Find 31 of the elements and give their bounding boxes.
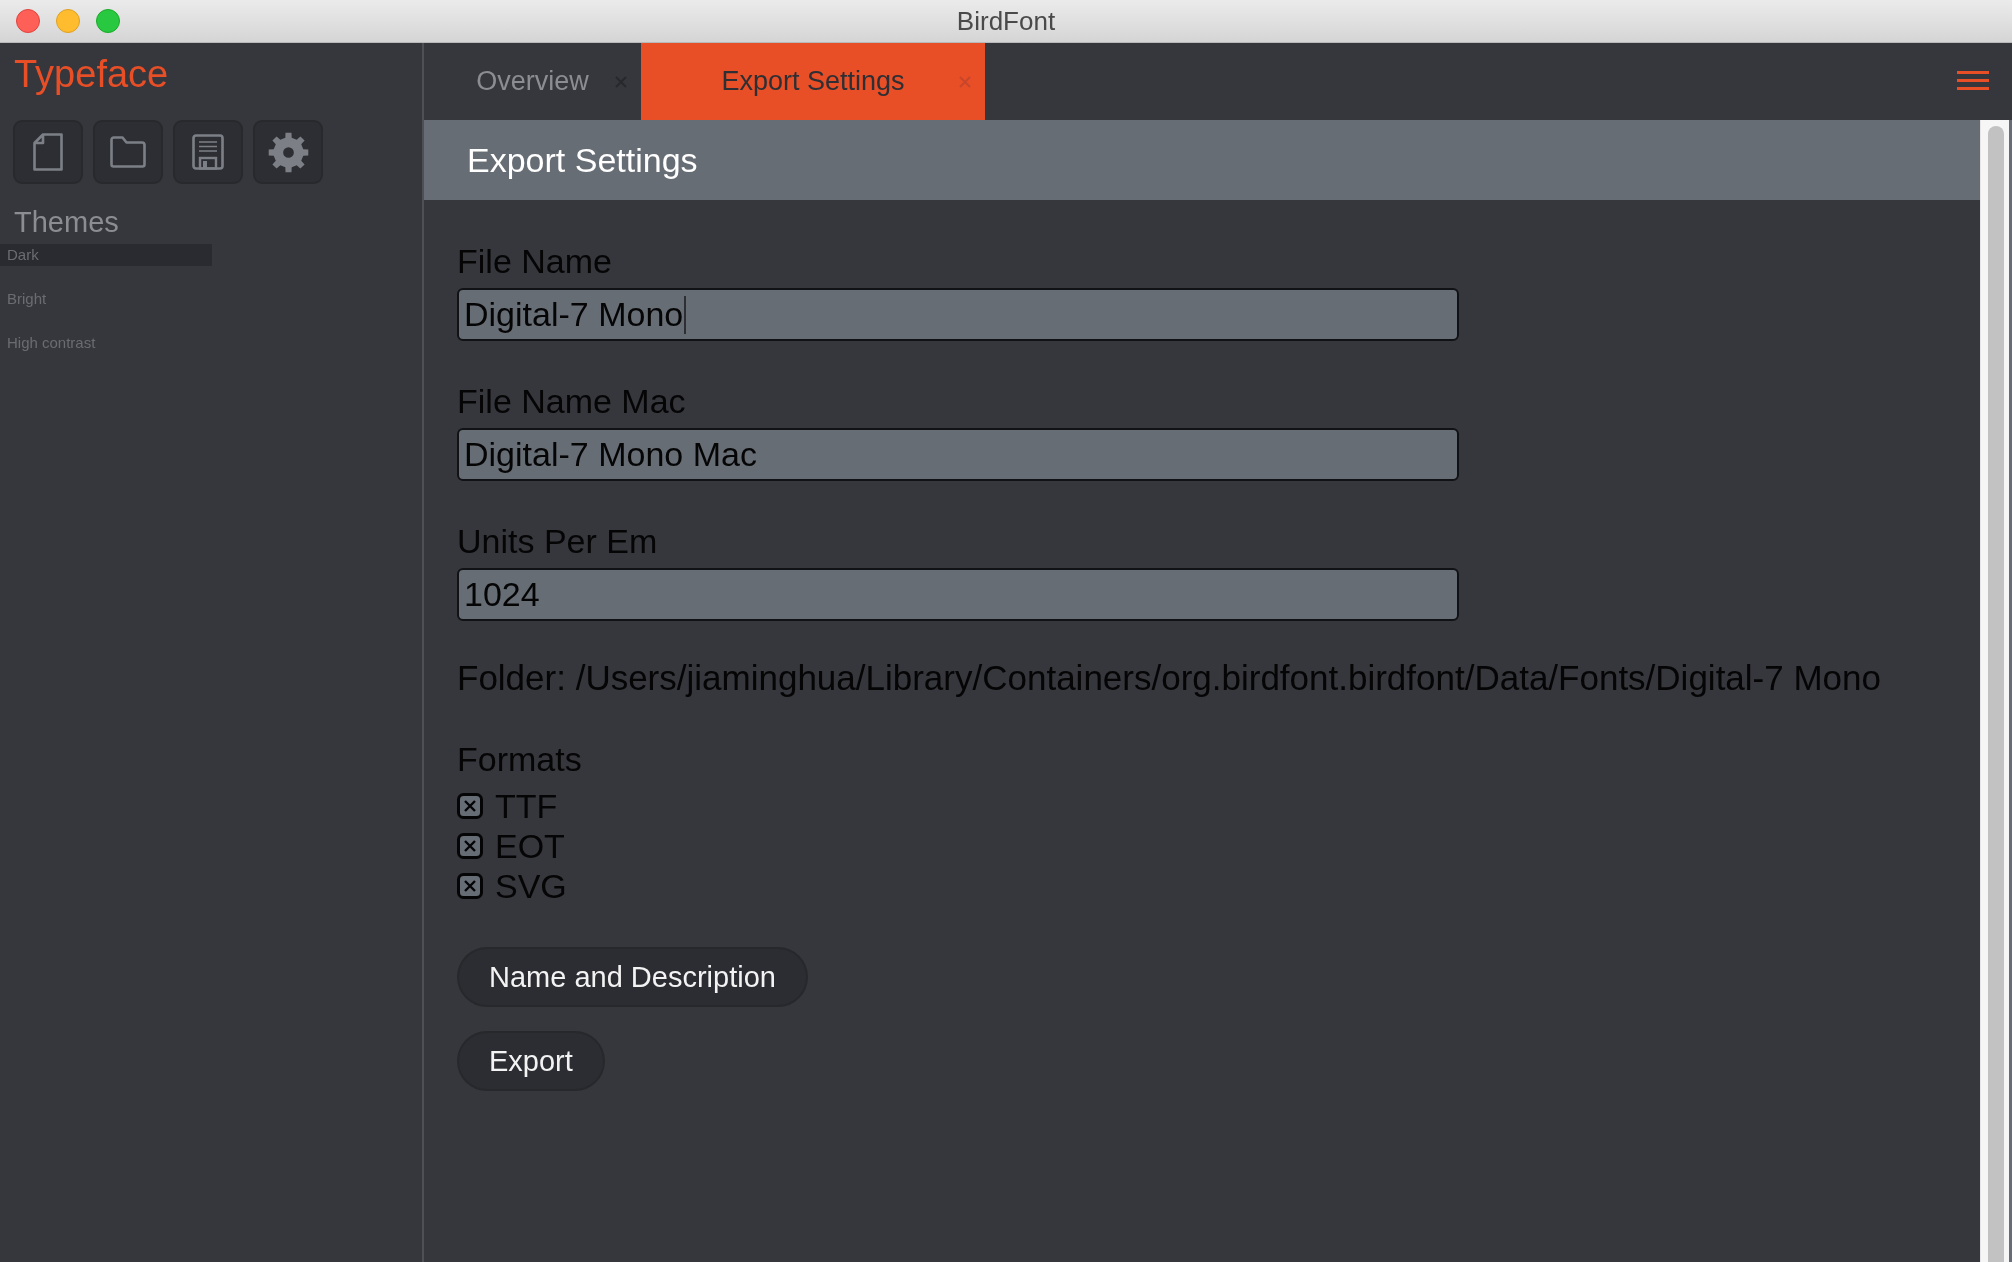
new-document-button[interactable] xyxy=(13,120,83,184)
checkbox[interactable] xyxy=(457,793,483,819)
open-folder-button[interactable] xyxy=(93,120,163,184)
page-title: Export Settings xyxy=(467,140,698,180)
menu-icon[interactable] xyxy=(1957,71,1989,90)
close-window-icon[interactable] xyxy=(16,9,40,33)
text-field[interactable]: Digital-7 Mono Mac xyxy=(457,428,1459,481)
theme-list-item[interactable]: Dark xyxy=(0,244,212,266)
action-button[interactable]: Export xyxy=(457,1031,605,1091)
settings-button[interactable] xyxy=(253,120,323,184)
field-label: Units Per Em xyxy=(457,522,659,560)
tab[interactable]: Overview xyxy=(424,43,641,120)
action-button[interactable]: Name and Description xyxy=(457,947,808,1007)
text-field[interactable]: Digital-7 Mono xyxy=(457,288,1459,341)
zoom-window-icon[interactable] xyxy=(96,9,120,33)
checkbox[interactable] xyxy=(457,873,483,899)
text-field[interactable]: 1024 xyxy=(457,568,1459,621)
tab[interactable]: Export Settings xyxy=(641,43,985,120)
folder-icon xyxy=(110,136,146,168)
section-heading: Themes xyxy=(14,206,119,238)
save-button[interactable] xyxy=(173,120,243,184)
section-heading: Formats xyxy=(457,740,582,778)
document-icon xyxy=(33,133,63,171)
checkbox[interactable] xyxy=(457,833,483,859)
checkbox-label: EOT xyxy=(495,827,565,865)
checkbox-label: SVG xyxy=(495,867,567,905)
sidebar-title: Typeface xyxy=(14,53,169,95)
folder-path: Folder: /Users/jiaminghua/Library/Containers/org.birdfont.birdfont/Data/Fonts/Digital-7 Mono xyxy=(457,658,1881,698)
window-title: BirdFont xyxy=(956,5,1056,37)
gear-icon xyxy=(267,131,309,173)
scrollbar-thumb[interactable] xyxy=(1988,126,2004,1262)
